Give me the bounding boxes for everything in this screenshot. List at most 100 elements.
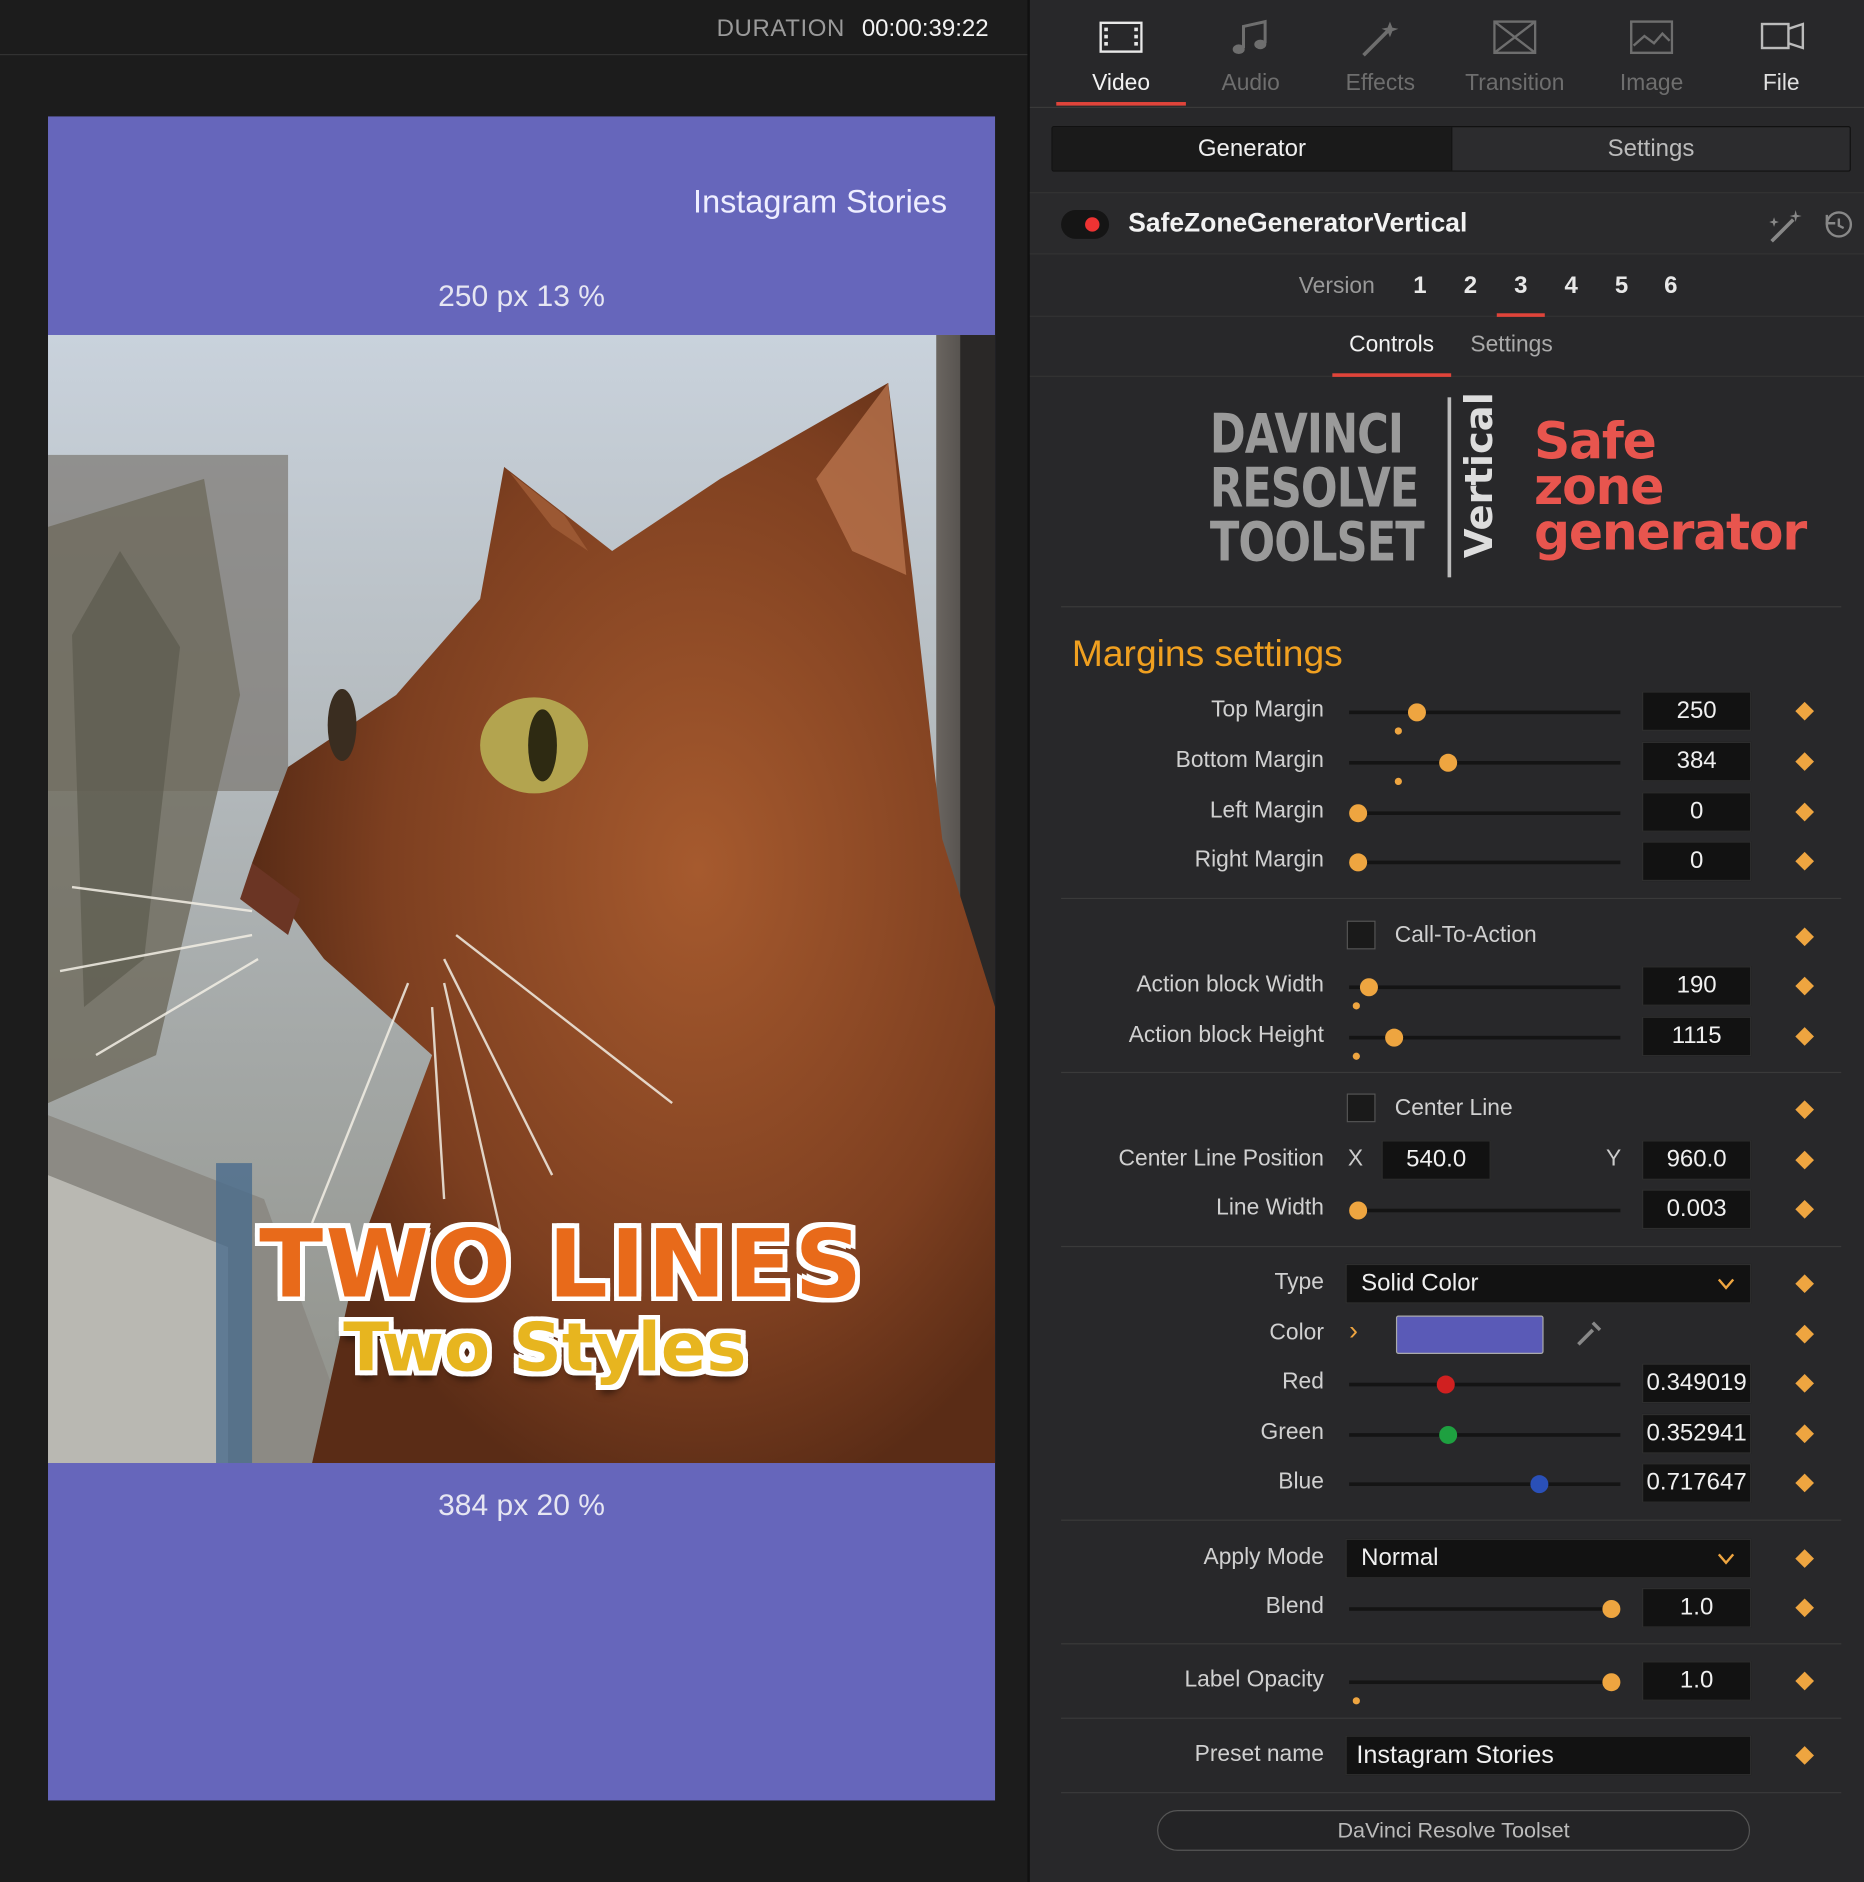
action-width-input[interactable]: 190 [1642,966,1752,1006]
line-width-input[interactable]: 0.003 [1642,1189,1752,1230]
toolset-link-button[interactable]: DaVinci Resolve Toolset [1157,1810,1751,1851]
red-slider[interactable] [1349,1375,1621,1394]
version-3[interactable]: 3 [1496,272,1545,317]
magic-wand-icon[interactable] [1764,208,1805,244]
slider-handle[interactable] [1530,1475,1549,1494]
default-marker [1394,727,1402,735]
keyframe-diamond-icon[interactable] [1795,1746,1814,1765]
center-x-input[interactable]: 540.0 [1381,1140,1491,1180]
keyframe-diamond-icon[interactable] [1795,752,1814,771]
tab-sub-settings[interactable]: Settings [1470,332,1552,358]
version-1[interactable]: 1 [1396,272,1444,300]
bottom-margin-input[interactable]: 384 [1642,741,1752,782]
keyframe-diamond-icon[interactable] [1795,1671,1814,1691]
settings-tab[interactable]: Settings [1451,127,1849,171]
slider-handle[interactable] [1407,703,1426,722]
green-row: Green 0.352941 [1030,1410,1864,1458]
keyframe-diamond-icon[interactable] [1795,1199,1814,1219]
red-input[interactable]: 0.349019 [1642,1363,1752,1404]
keyframe-diamond-icon[interactable] [1795,851,1814,871]
slider-handle[interactable] [1349,1201,1368,1220]
slider-handle[interactable] [1349,804,1368,823]
left-margin-input[interactable]: 0 [1642,792,1752,832]
logo-line2: RESOLVE [1209,456,1419,520]
keyframe-diamond-icon[interactable] [1795,1100,1814,1120]
slider-handle[interactable] [1602,1673,1621,1692]
inspector-panel: Video Audio Effects Transition Image Fil… [1027,0,1864,1882]
slider-handle[interactable] [1439,1425,1458,1444]
keyframe-diamond-icon[interactable] [1795,1473,1814,1493]
type-dropdown[interactable]: Solid Color [1345,1263,1752,1304]
tab-transition[interactable]: Transition [1450,0,1580,106]
eyedropper-icon[interactable] [1574,1318,1605,1349]
chevron-right-icon[interactable]: › [1349,1316,1358,1347]
version-2[interactable]: 2 [1446,272,1494,300]
keyframe-diamond-icon[interactable] [1795,701,1814,721]
left-margin-slider[interactable] [1349,804,1621,823]
version-4[interactable]: 4 [1547,272,1595,300]
blue-input[interactable]: 0.717647 [1642,1463,1752,1503]
action-width-row: Action block Width 190 [1030,963,1864,1011]
apply-mode-row: Apply Mode Normal [1030,1535,1864,1583]
reset-icon[interactable] [1822,208,1856,242]
slider-handle[interactable] [1602,1599,1621,1619]
blend-input[interactable]: 1.0 [1642,1587,1752,1628]
tab-audio[interactable]: Audio [1186,0,1316,106]
tab-label: Image [1619,70,1684,97]
call-to-action-checkbox[interactable] [1346,920,1376,950]
right-margin-input[interactable]: 0 [1642,841,1752,882]
keyframe-diamond-icon[interactable] [1795,1150,1814,1170]
center-y-input[interactable]: 960.0 [1642,1140,1752,1180]
keyframe-diamond-icon[interactable] [1795,1598,1814,1618]
preset-name-input[interactable]: Instagram Stories [1345,1735,1752,1776]
bottom-margin-slider[interactable] [1349,753,1621,785]
keyframe-diamond-icon[interactable] [1795,976,1814,996]
divider [1061,1643,1842,1645]
enable-toggle[interactable] [1061,210,1110,239]
keyframe-diamond-icon[interactable] [1795,1549,1814,1568]
label-opacity-input[interactable]: 1.0 [1642,1661,1752,1701]
keyframe-diamond-icon[interactable] [1795,1324,1814,1344]
blue-slider[interactable] [1349,1475,1621,1494]
label-opacity-slider[interactable] [1349,1673,1621,1705]
keyframe-diamond-icon[interactable] [1795,927,1814,947]
color-swatch[interactable] [1395,1315,1544,1354]
generator-tab[interactable]: Generator [1052,127,1452,171]
green-slider[interactable] [1349,1425,1621,1444]
tab-controls[interactable]: Controls [1332,332,1451,377]
right-margin-slider[interactable] [1349,853,1621,872]
action-height-input[interactable]: 1115 [1642,1016,1752,1057]
overlay-title-line2: Two Styles [343,1309,747,1388]
tab-video[interactable]: Video [1056,0,1186,106]
keyframe-diamond-icon[interactable] [1795,1274,1814,1294]
tab-file[interactable]: File [1716,0,1846,106]
keyframe-diamond-icon[interactable] [1795,802,1814,822]
top-margin-slider[interactable] [1349,703,1621,735]
version-6[interactable]: 6 [1647,272,1695,300]
center-line-checkbox[interactable] [1346,1093,1376,1123]
keyframe-diamond-icon[interactable] [1795,1424,1814,1444]
blue-row: Blue 0.717647 [1030,1460,1864,1508]
green-input[interactable]: 0.352941 [1642,1413,1752,1454]
slider-handle[interactable] [1439,753,1458,772]
tab-image[interactable]: Image [1587,0,1717,106]
keyframe-diamond-icon[interactable] [1795,1027,1814,1046]
slider-handle[interactable] [1349,853,1368,872]
line-width-slider[interactable] [1349,1201,1621,1220]
keyframe-diamond-icon[interactable] [1795,1374,1814,1393]
toolset-logo: DAVINCI RESOLVE TOOLSET Vertical Safe zo… [1030,378,1864,606]
logo-title-line3: generator [1533,502,1807,562]
action-width-slider[interactable] [1349,978,1621,1010]
tab-effects[interactable]: Effects [1316,0,1446,106]
blend-slider[interactable] [1349,1599,1621,1619]
version-5[interactable]: 5 [1598,272,1646,300]
apply-mode-dropdown[interactable]: Normal [1345,1538,1752,1579]
label-opacity-label: Label Opacity [1184,1667,1324,1693]
slider-handle[interactable] [1359,978,1378,997]
logo-line3: TOOLSET [1209,510,1425,574]
default-marker [1352,1002,1360,1010]
action-height-slider[interactable] [1349,1028,1621,1060]
top-margin-input[interactable]: 250 [1642,691,1752,731]
slider-handle[interactable] [1436,1375,1455,1394]
slider-handle[interactable] [1385,1028,1404,1047]
